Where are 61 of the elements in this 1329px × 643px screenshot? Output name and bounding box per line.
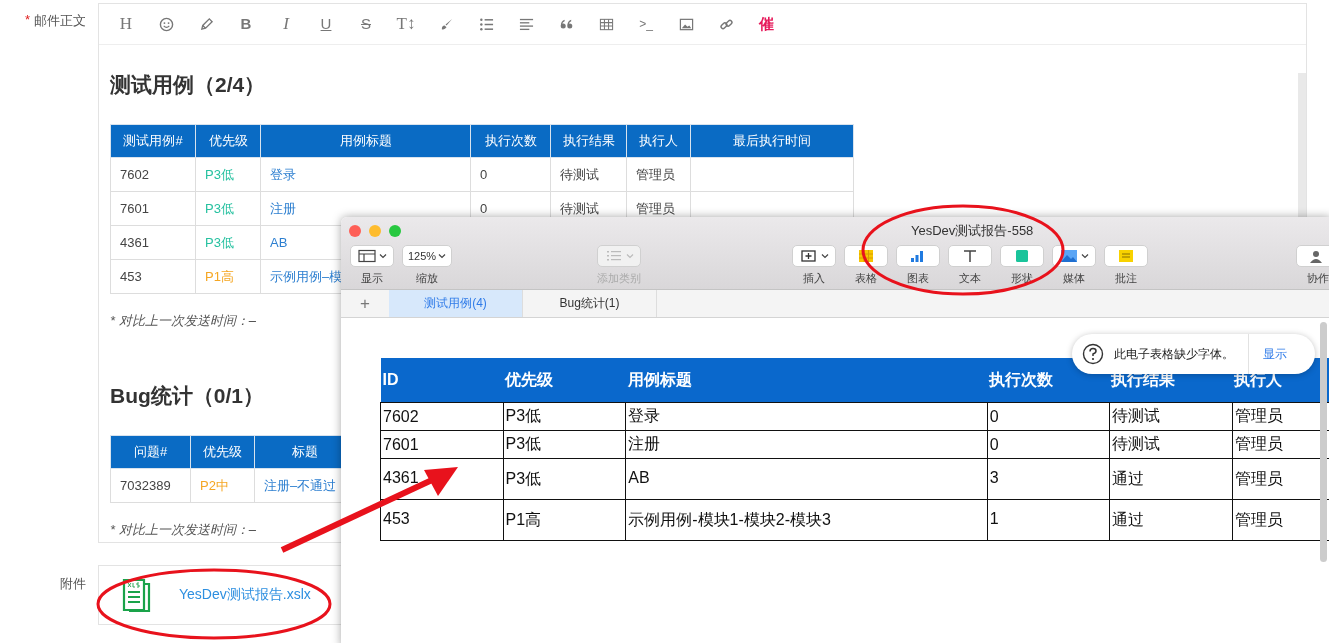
- toolbar-label: 表格: [855, 271, 877, 286]
- field-label: 邮件正文: [34, 12, 86, 30]
- table-cell: 453: [380, 499, 504, 541]
- table-cell: 待测试: [1109, 430, 1233, 459]
- column-header: 测试用例#: [110, 124, 196, 158]
- toolbar-label: 批注: [1115, 271, 1137, 286]
- table-cell: 7602: [110, 157, 196, 192]
- table-cell: AB: [625, 458, 988, 500]
- table-cell: P3低: [503, 402, 626, 431]
- toolbar-label: 缩放: [416, 271, 438, 286]
- table-cell: P2中: [190, 468, 255, 503]
- column-header: 最后执行时间: [690, 124, 854, 158]
- comparison-note: * 对比上一次发送时间：–: [110, 522, 257, 538]
- table-cell: P1高: [195, 259, 261, 294]
- column-header: 执行人: [626, 124, 691, 158]
- table-cell: 7601: [380, 430, 504, 459]
- toolbar-label: 显示: [361, 271, 383, 286]
- table-cell: P3低: [195, 225, 261, 260]
- column-header: 优先级: [190, 435, 255, 469]
- table-cell: 453: [110, 259, 196, 294]
- table-cell: 待测试: [550, 157, 627, 192]
- table-cell: 4361: [110, 225, 196, 260]
- table-cell: 待测试: [1109, 402, 1233, 431]
- column-header: 执行次数: [470, 124, 551, 158]
- comparison-note: * 对比上一次发送时间：–: [110, 313, 257, 329]
- section-heading: Bug统计（0/1）: [110, 384, 265, 408]
- table-cell: 1: [987, 499, 1110, 541]
- column-header: 执行结果: [550, 124, 627, 158]
- toolbar-label: 文本: [959, 271, 981, 286]
- table-cell: 0: [470, 157, 551, 192]
- column-header: 优先级: [195, 124, 261, 158]
- table-cell: P3低: [503, 430, 626, 459]
- table-cell: P3低: [503, 458, 626, 500]
- table-cell: 通过: [1109, 458, 1233, 500]
- table-cell: 7602: [380, 402, 504, 431]
- section-heading: 测试用例（2/4）: [110, 73, 267, 97]
- table-cell: 7032389: [110, 468, 191, 503]
- table-cell: P3低: [195, 157, 261, 192]
- table-cell: 通过: [1109, 499, 1233, 541]
- table-cell: 示例用例-模块1-模块2-模块3: [625, 499, 988, 541]
- column-header: 问题#: [110, 435, 191, 469]
- window-title: YesDev测试报告-558: [911, 222, 1034, 240]
- table-cell: 7601: [110, 191, 196, 226]
- toolbar-label: 媒体: [1063, 271, 1085, 286]
- toolbar-label: 图表: [907, 271, 929, 286]
- field-label: 附件: [60, 575, 86, 593]
- table-cell: 注册: [625, 430, 988, 459]
- table-cell: 登录: [625, 402, 988, 431]
- table-cell: 0: [987, 402, 1110, 431]
- toolbar-label: 协作: [1307, 271, 1329, 286]
- column-header: 优先级: [503, 358, 626, 403]
- table-cell: 管理员: [626, 157, 691, 192]
- column-header: 用例标题: [625, 358, 988, 403]
- required-mark: *: [24, 12, 30, 29]
- column-header: 用例标题: [260, 124, 471, 158]
- table-cell: 3: [987, 458, 1110, 500]
- table-cell: P3低: [195, 191, 261, 226]
- table-cell: 0: [987, 430, 1110, 459]
- column-header: ID: [380, 358, 504, 403]
- table-cell: P1高: [503, 499, 626, 541]
- toolbar-label: 插入: [803, 271, 825, 286]
